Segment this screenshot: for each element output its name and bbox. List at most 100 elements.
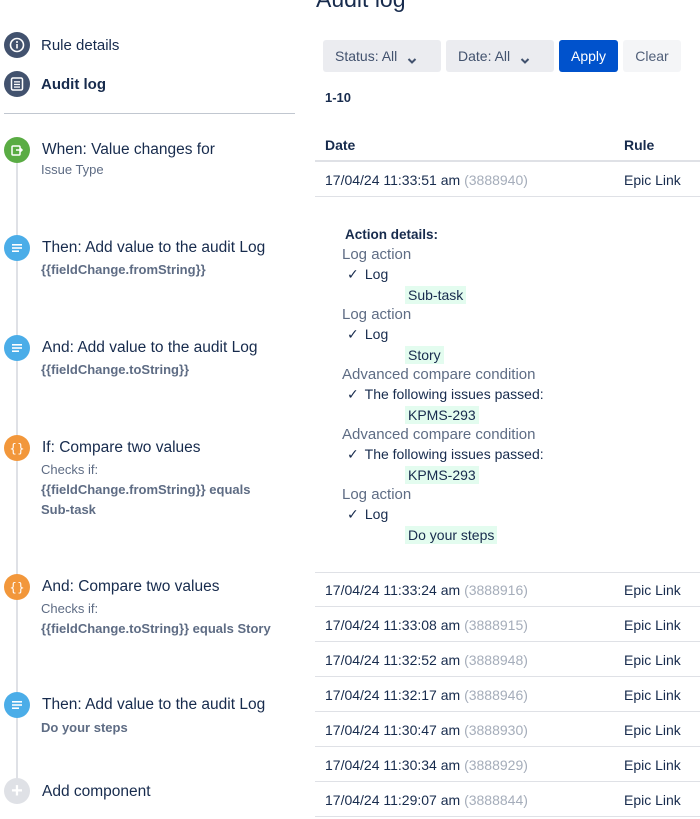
row-date-text: 17/04/24 11:30:47 am — [325, 722, 461, 738]
table-row[interactable]: 17/04/24 11:33:08 am (3888915) Epic Link — [315, 607, 700, 642]
row-divider — [315, 816, 700, 817]
detail-check: ✓ The following issues passed: — [347, 446, 544, 463]
detail-check-label: Log — [361, 506, 389, 522]
row-date: 17/04/24 11:33:24 am (3888916) — [325, 582, 528, 598]
chevron-down-icon — [407, 52, 417, 64]
column-header-date[interactable]: Date — [325, 137, 355, 153]
list-icon — [4, 71, 30, 97]
row-id: (3888916) — [460, 582, 528, 598]
log-action-icon — [4, 335, 30, 361]
row-divider — [315, 196, 700, 197]
component-title: And: Compare two values — [42, 578, 220, 595]
row-date: 17/04/24 11:32:52 am (3888948) — [325, 652, 528, 668]
table-row[interactable]: 17/04/24 11:32:52 am (3888948) Epic Link — [315, 642, 700, 677]
component-expression: {{fieldChange.toString}} equals Story — [41, 621, 271, 636]
row-date-text: 17/04/24 11:33:24 am — [325, 582, 461, 598]
nav-item-audit-log[interactable]: Audit log — [4, 71, 106, 97]
row-rule: Epic Link — [624, 617, 681, 633]
trigger-icon — [4, 137, 30, 163]
row-rule: Epic Link — [624, 172, 681, 188]
detail-check-label: The following issues passed: — [361, 386, 544, 402]
checkmark-icon: ✓ — [347, 446, 359, 462]
svg-text:{}: {} — [9, 581, 24, 595]
table-row[interactable]: 17/04/24 11:33:24 am (3888916) Epic Link — [315, 572, 700, 607]
nav-label-rule-details: Rule details — [41, 36, 120, 54]
detail-check: ✓ Log — [347, 506, 388, 523]
date-filter-dropdown[interactable]: Date: All — [446, 40, 554, 72]
component-title: When: Value changes for — [42, 141, 215, 158]
detail-type: Log action — [342, 306, 412, 323]
detail-check: ✓ Log — [347, 326, 388, 343]
row-date: 17/04/24 11:29:07 am (3888844) — [325, 792, 528, 808]
table-row[interactable]: 17/04/24 11:30:34 am (3888929) Epic Link — [315, 747, 700, 782]
date-filter-label: Date: All — [458, 48, 511, 64]
detail-check: ✓ The following issues passed: — [347, 386, 544, 403]
component-subtitle: Checks if: — [41, 462, 99, 477]
detail-value: Do your steps — [405, 526, 498, 544]
row-rule: Epic Link — [624, 582, 681, 598]
apply-button[interactable]: Apply — [559, 40, 618, 72]
detail-type: Log action — [342, 486, 412, 503]
row-date: 17/04/24 11:33:08 am (3888915) — [325, 617, 528, 633]
detail-check-label: Log — [361, 266, 389, 282]
component-title: Then: Add value to the audit Log — [42, 239, 266, 256]
condition-icon: {} — [4, 574, 30, 600]
row-rule: Epic Link — [624, 722, 681, 738]
clear-button[interactable]: Clear — [623, 40, 681, 72]
component-expression: Sub-task — [41, 502, 96, 517]
svg-text:{}: {} — [9, 442, 24, 456]
detail-type: Log action — [342, 246, 412, 263]
nav-label-audit-log: Audit log — [41, 75, 106, 93]
detail-check-label: The following issues passed: — [361, 446, 544, 462]
checkmark-icon: ✓ — [347, 326, 359, 342]
row-date: 17/04/24 11:33:51 am (3888940) — [325, 172, 528, 188]
row-date-text: 17/04/24 11:32:17 am — [325, 687, 461, 703]
add-component-label: Add component — [42, 783, 151, 800]
component-subtitle: Issue Type — [41, 162, 104, 177]
status-filter-dropdown[interactable]: Status: All — [323, 40, 441, 72]
row-id: (3888915) — [460, 617, 528, 633]
row-date: 17/04/24 11:30:34 am (3888929) — [325, 757, 528, 773]
row-id: (3888844) — [460, 792, 528, 808]
column-header-rule[interactable]: Rule — [624, 137, 654, 153]
component-title: And: Add value to the audit Log — [42, 339, 258, 356]
detail-value: KPMS-293 — [405, 406, 479, 424]
row-date-text: 17/04/24 11:29:07 am — [325, 792, 461, 808]
row-date-text: 17/04/24 11:30:34 am — [325, 757, 461, 773]
row-id: (3888948) — [460, 652, 528, 668]
table-row-expanded[interactable]: 17/04/24 11:33:51 am (3888940) Epic Link — [315, 162, 700, 197]
component-expression: {{fieldChange.fromString}} — [41, 262, 206, 277]
row-rule: Epic Link — [624, 652, 681, 668]
row-id: (3888940) — [464, 172, 528, 188]
checkmark-icon: ✓ — [347, 266, 359, 282]
component-title: If: Compare two values — [42, 439, 201, 456]
row-rule: Epic Link — [624, 792, 681, 808]
component-expression: {{fieldChange.toString}} — [41, 362, 190, 377]
status-filter-label: Status: All — [335, 48, 398, 64]
row-id: (3888946) — [460, 687, 528, 703]
row-id: (3888930) — [460, 722, 528, 738]
table-row[interactable]: 17/04/24 11:29:07 am (3888844) Epic Link — [315, 782, 700, 817]
checkmark-icon: ✓ — [347, 506, 359, 522]
row-date: 17/04/24 11:30:47 am (3888930) — [325, 722, 528, 738]
detail-type: Advanced compare condition — [342, 426, 536, 443]
plus-icon: + — [4, 778, 30, 804]
chevron-down-icon — [520, 52, 530, 64]
detail-value: Sub-task — [405, 286, 467, 304]
nav-item-rule-details[interactable]: Rule details — [4, 32, 119, 58]
nav-divider — [4, 113, 295, 114]
table-row[interactable]: 17/04/24 11:30:47 am (3888930) Epic Link — [315, 712, 700, 747]
row-date-text: 17/04/24 11:33:08 am — [325, 617, 461, 633]
log-action-icon — [4, 235, 30, 261]
action-details-heading: Action details: — [345, 227, 439, 242]
row-date: 17/04/24 11:32:17 am (3888946) — [325, 687, 528, 703]
result-range: 1-10 — [325, 90, 352, 105]
row-date-text: 17/04/24 11:33:51 am — [325, 172, 461, 188]
detail-check-label: Log — [361, 326, 389, 342]
row-id: (3888929) — [460, 757, 528, 773]
table-row[interactable]: 17/04/24 11:32:17 am (3888946) Epic Link — [315, 677, 700, 712]
log-action-icon — [4, 692, 30, 718]
row-date-text: 17/04/24 11:32:52 am — [325, 652, 461, 668]
condition-icon: {} — [4, 435, 30, 461]
component-expression: {{fieldChange.fromString}} equals — [41, 482, 251, 497]
